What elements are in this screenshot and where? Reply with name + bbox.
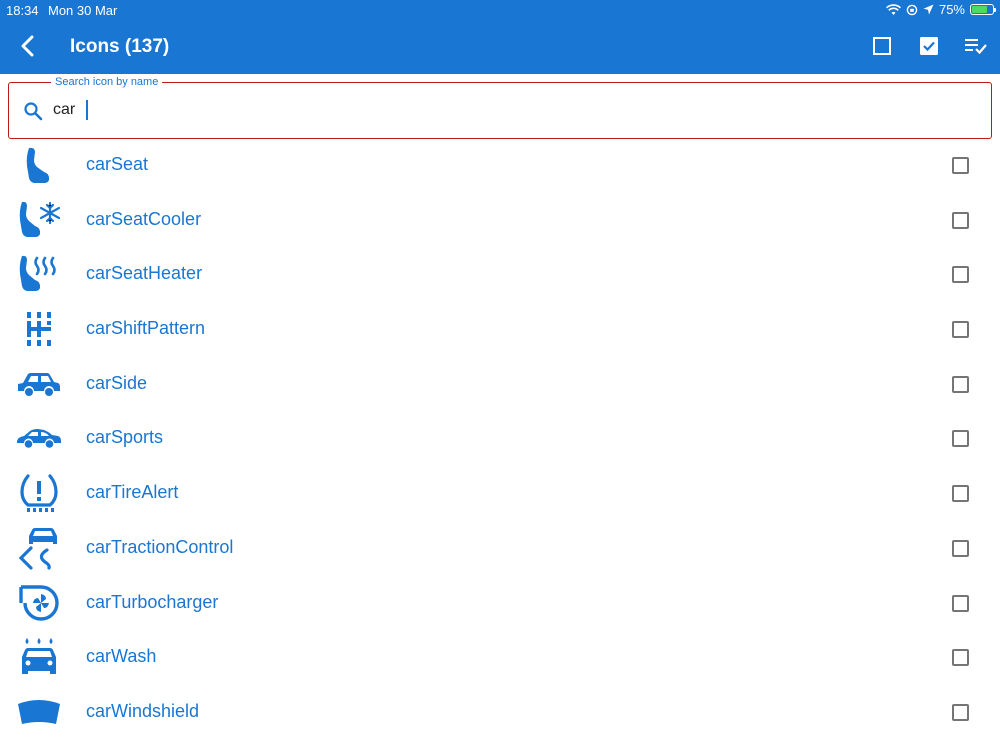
car-side-icon [16,363,62,405]
status-bar: 18:34 Mon 30 Mar 75% [0,0,1000,20]
app-header: 18:34 Mon 30 Mar 75% Icons (137) [0,0,1000,74]
car-shift-pattern-icon [16,308,62,350]
car-seat-icon [16,144,62,186]
checkbox-checked-icon [919,36,939,61]
list-item-checkbox[interactable] [952,375,969,393]
list-item-label: carShiftPattern [86,318,206,339]
list-item-checkbox[interactable] [952,703,969,721]
search-icon [23,101,43,121]
list-item[interactable]: carSports [0,411,1000,466]
car-turbocharger-icon [16,582,62,624]
list-item-label: carTireAlert [86,482,179,503]
list-item-label: carSports [86,427,164,448]
car-sports-icon [16,417,62,459]
status-date: Mon 30 Mar [48,3,118,18]
page-title: Icons (137) [70,36,170,57]
list-item-label: carSide [86,372,148,393]
car-windshield-icon [16,691,62,733]
list-item[interactable]: carWash [0,630,1000,685]
list-item-checkbox[interactable] [952,157,969,174]
orientation-lock-icon [906,4,918,16]
select-all-button[interactable] [915,34,943,62]
list-item-checkbox[interactable] [952,266,969,284]
chevron-left-icon [20,35,36,62]
location-icon [923,4,934,15]
battery-percent: 75% [938,2,965,17]
select-list-button[interactable] [962,34,990,62]
wifi-icon [886,3,901,16]
list-item-label: carSeatHeater [86,263,203,284]
list-item-checkbox[interactable] [952,485,969,503]
list-item-label: carSeat [86,154,149,174]
list-item[interactable]: carWindshield [0,685,1000,740]
car-tire-alert-icon [16,472,62,514]
car-traction-control-icon [16,527,62,570]
toolbar: Icons (137) [0,22,1000,74]
list-item-checkbox[interactable] [952,321,969,339]
car-wash-icon [16,636,62,678]
list-item-label: carTractionControl [86,536,234,557]
list-item[interactable]: carSeat [0,138,1000,193]
battery-level-fill [972,6,987,13]
deselect-all-button[interactable] [868,34,896,62]
list-item[interactable]: carShiftPattern [0,302,1000,357]
playlist-check-icon [964,36,988,61]
search-field-label: Search icon by name [51,76,163,88]
text-caret [86,100,88,120]
checkbox-outline-icon [872,36,892,61]
battery-icon [970,4,996,15]
search-field: Search icon by name [8,76,992,139]
list-item-label: carSeatCooler [86,208,202,229]
search-input[interactable] [53,97,953,123]
car-seat-cooler-icon [16,199,62,241]
list-item-checkbox[interactable] [952,594,969,612]
list-item-checkbox[interactable] [952,430,969,448]
car-seat-heater-icon [16,253,62,295]
list-item-label: carTurbocharger [86,591,219,612]
list-item[interactable]: carTractionControl [0,521,1000,576]
list-item[interactable]: carSide [0,357,1000,412]
back-button[interactable] [12,34,44,62]
list-item[interactable]: carSeatHeater [0,247,1000,302]
list-item[interactable]: carSeatCooler [0,193,1000,248]
list-item-checkbox[interactable] [952,649,969,667]
list-item-label: carWash [86,646,157,667]
status-time: 18:34 [6,3,39,18]
list-item[interactable]: carTurbocharger [0,576,1000,631]
icon-list: carSeat carSeatCooler carSeatHeater carShif… [0,138,1000,740]
list-item-checkbox[interactable] [952,211,969,229]
list-item[interactable]: carTireAlert [0,466,1000,521]
status-indicators: 75% [886,2,996,17]
list-item-checkbox[interactable] [952,539,969,557]
list-item-label: carWindshield [86,700,200,721]
